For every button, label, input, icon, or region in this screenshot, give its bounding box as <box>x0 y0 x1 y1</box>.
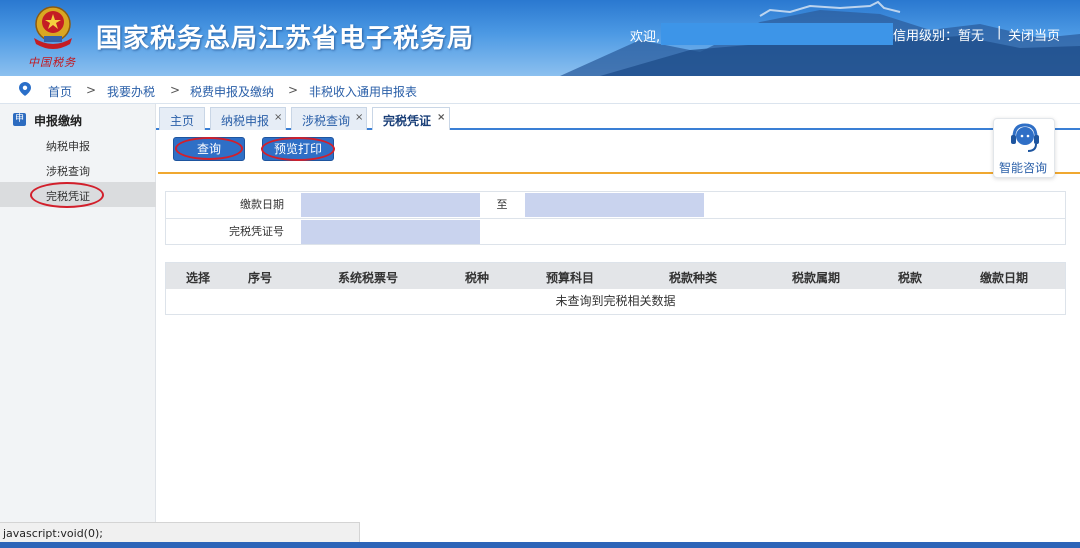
status-url: javascript:void(0); <box>3 527 103 540</box>
sidebar-item-label: 纳税申报 <box>46 140 90 153</box>
close-icon[interactable]: × <box>437 112 445 123</box>
tax-emblem-icon <box>34 6 72 49</box>
column-header-ticket-no: 系统税票号 <box>338 271 399 285</box>
empty-table-message: 未查询到完税相关数据 <box>555 294 676 308</box>
location-pin-icon <box>19 82 31 96</box>
user-name-redacted <box>661 23 893 45</box>
pay-date-from-input[interactable] <box>301 193 480 217</box>
browser-status-bar: javascript:void(0); <box>0 522 360 542</box>
tab-label: 完税凭证 <box>383 114 432 128</box>
welcome-text: 欢迎, <box>630 30 661 45</box>
pay-date-label: 缴款日期 <box>240 198 284 211</box>
column-header-tax-amount: 税款 <box>898 271 923 285</box>
tab-label: 涉税查询 <box>302 114 351 128</box>
customer-service-icon <box>1011 123 1039 152</box>
form-row-certificate: 完税凭证号 <box>166 218 1065 244</box>
tab-home[interactable]: 主页 <box>159 107 205 130</box>
sidebar: 申 申报缴纳 纳税申报 涉税查询 完税凭证 <box>0 104 156 548</box>
sidebar-section-header[interactable]: 申 申报缴纳 <box>0 108 156 132</box>
breadcrumb-tax-tasks[interactable]: 我要办税 <box>107 83 155 100</box>
tab-tax-filing[interactable]: 纳税申报 × <box>210 107 286 130</box>
sidebar-item-tax-certificate[interactable]: 完税凭证 <box>0 182 156 207</box>
certificate-no-label: 完税凭证号 <box>229 225 284 238</box>
column-header-tax-type: 税种 <box>465 271 490 285</box>
sidebar-item-tax-query[interactable]: 涉税查询 <box>0 157 156 182</box>
header-separator: | <box>997 25 1002 40</box>
close-icon[interactable]: × <box>274 112 282 123</box>
breadcrumb-separator: > <box>86 83 97 97</box>
tab-label: 纳税申报 <box>221 114 270 128</box>
close-page-link[interactable]: 关闭当页 <box>1008 25 1060 44</box>
close-icon[interactable]: × <box>355 112 363 123</box>
credit-level: 信用级别：暂无 <box>893 29 985 44</box>
breadcrumb-separator: > <box>288 83 299 97</box>
tax-motto: 中国税务 <box>28 56 76 69</box>
table-header: 选择 序号 系统税票号 税种 预算科目 税款种类 税款属期 税款 缴款日期 <box>166 263 1065 289</box>
date-range-to-label: 至 <box>496 198 508 211</box>
form-row-pay-date: 缴款日期 至 <box>166 192 1065 218</box>
tab-bar: 主页 纳税申报 × 涉税查询 × 完税凭证 × <box>156 104 1080 132</box>
column-header-tax-period: 税款属期 <box>792 271 841 285</box>
smart-consult-label: 智能咨询 <box>999 161 1048 175</box>
sidebar-item-tax-filing[interactable]: 纳税申报 <box>0 132 156 157</box>
sidebar-item-label: 涉税查询 <box>46 165 90 178</box>
column-header-select: 选择 <box>186 271 211 285</box>
certificate-no-input[interactable] <box>301 220 480 244</box>
smart-consult-widget[interactable]: 智能咨询 <box>993 118 1055 178</box>
tab-tax-query[interactable]: 涉税查询 × <box>291 107 367 130</box>
column-header-budget-item: 预算科目 <box>546 271 595 285</box>
tab-label: 主页 <box>170 114 195 128</box>
declare-badge-icon: 申 <box>13 113 26 126</box>
breadcrumb-non-tax-form[interactable]: 非税收入通用申报表 <box>309 83 417 100</box>
breadcrumb: 首页 > 我要办税 > 税费申报及缴纳 > 非税收入通用申报表 <box>0 76 1080 104</box>
sidebar-item-label: 完税凭证 <box>46 190 90 203</box>
column-header-tax-kind: 税款种类 <box>669 271 718 285</box>
query-form: 缴款日期 至 完税凭证号 <box>165 191 1066 245</box>
column-header-index: 序号 <box>248 271 273 285</box>
window-bottom-edge <box>0 542 1080 548</box>
query-button[interactable]: 查询 <box>173 137 245 161</box>
breadcrumb-separator: > <box>170 83 181 97</box>
breadcrumb-tax-filing[interactable]: 税费申报及缴纳 <box>190 83 274 100</box>
preview-print-button[interactable]: 预览打印 <box>262 137 334 161</box>
site-header: 中国税务 国家税务总局江苏省电子税务局 欢迎, 信用级别：暂无 | 关闭当页 <box>0 0 1080 76</box>
column-header-pay-date: 缴款日期 <box>980 271 1029 285</box>
tab-tax-certificate[interactable]: 完税凭证 × <box>372 107 450 132</box>
breadcrumb-home[interactable]: 首页 <box>48 83 72 100</box>
pay-date-to-input[interactable] <box>525 193 704 217</box>
toolbar: 查询 预览打印 <box>158 130 1080 174</box>
results-table: 选择 序号 系统税票号 税种 预算科目 税款种类 税款属期 税款 缴款日期 未查… <box>165 262 1066 315</box>
sidebar-section-title: 申报缴纳 <box>34 114 83 128</box>
site-title: 国家税务总局江苏省电子税务局 <box>96 24 475 54</box>
